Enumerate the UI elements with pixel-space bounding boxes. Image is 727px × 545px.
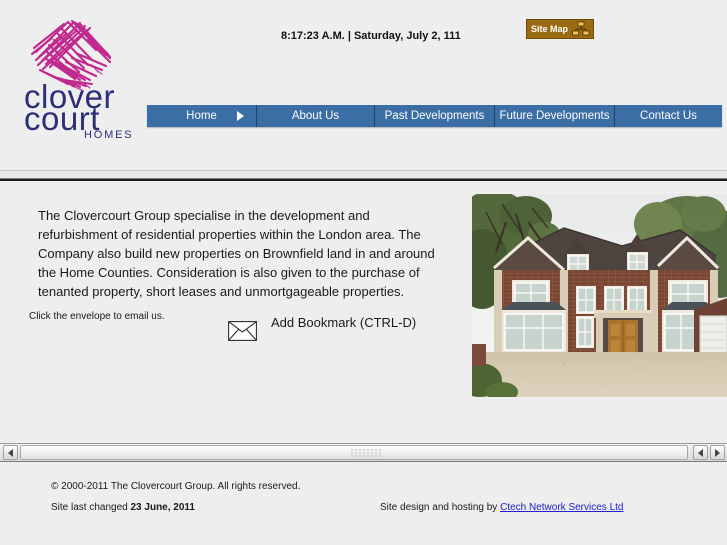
right-triangle-icon (715, 448, 720, 457)
svg-text:HOMES: HOMES (84, 129, 133, 138)
nav-item-future-developments-label: Future Developments (499, 110, 610, 122)
site-logo[interactable]: clover court HOMES (22, 10, 140, 138)
envelope-icon[interactable] (228, 321, 257, 341)
page-header: clover court HOMES 8:17:23 A.M. | Saturd… (0, 0, 727, 172)
site-credit: Site design and hosting by Ctech Network… (380, 502, 623, 513)
add-bookmark-link[interactable]: Add Bookmark (CTRL-D) (271, 315, 416, 330)
nav-item-about-us-label: About Us (291, 110, 340, 122)
main-content: The Clovercourt Group specialise in the … (0, 181, 727, 443)
left-triangle-icon-2 (698, 448, 703, 457)
nav-item-home[interactable]: Home (147, 105, 257, 127)
page-footer: © 2000-2011 The Clovercourt Group. All r… (0, 463, 727, 545)
property-photo (472, 194, 727, 397)
nav-item-contact-us[interactable]: Contact Us (615, 105, 722, 127)
ctech-link[interactable]: Ctech Network Services Ltd (500, 502, 623, 513)
sitemap-button-label: Site Map (531, 23, 569, 34)
clock-text: 8:17:23 A.M. | Saturday, July 2, 111 (281, 30, 461, 42)
header-divider (0, 170, 727, 179)
main-navigation: Home About Us Past Developments Future D… (147, 105, 722, 127)
page-root: clover court HOMES 8:17:23 A.M. | Saturd… (0, 0, 727, 545)
intro-paragraph: The Clovercourt Group specialise in the … (38, 208, 435, 299)
copyright-text: © 2000-2011 The Clovercourt Group. All r… (51, 481, 301, 492)
nav-item-contact-us-label: Contact Us (640, 110, 697, 122)
scrollbar-grip-icon (351, 449, 383, 457)
nav-item-future-developments[interactable]: Future Developments (495, 105, 615, 127)
last-changed-text: Site last changed 23 June, 2011 (51, 502, 195, 513)
nav-item-about-us[interactable]: About Us (257, 105, 375, 127)
play-arrow-icon (237, 111, 244, 121)
scroll-left-icon[interactable] (3, 445, 18, 460)
scrollbar-thumb[interactable] (21, 446, 687, 459)
horizontal-scrollbar[interactable] (0, 443, 727, 462)
scroll-right-icon[interactable] (693, 445, 708, 460)
sitemap-button[interactable]: Site Map (526, 19, 594, 39)
last-changed-prefix: Site last changed (51, 502, 131, 513)
email-instruction-text: Click the envelope to email us. (29, 311, 165, 322)
sitemap-icon (572, 21, 590, 37)
nav-item-past-developments[interactable]: Past Developments (375, 105, 495, 127)
nav-item-past-developments-label: Past Developments (384, 110, 485, 122)
nav-item-home-label: Home (186, 110, 217, 122)
left-triangle-icon (8, 448, 13, 457)
last-changed-date: 23 June, 2011 (130, 502, 196, 513)
site-credit-prefix: Site design and hosting by (380, 502, 501, 513)
scrollbar-track[interactable] (20, 445, 688, 460)
scroll-right-icon-2[interactable] (710, 445, 725, 460)
